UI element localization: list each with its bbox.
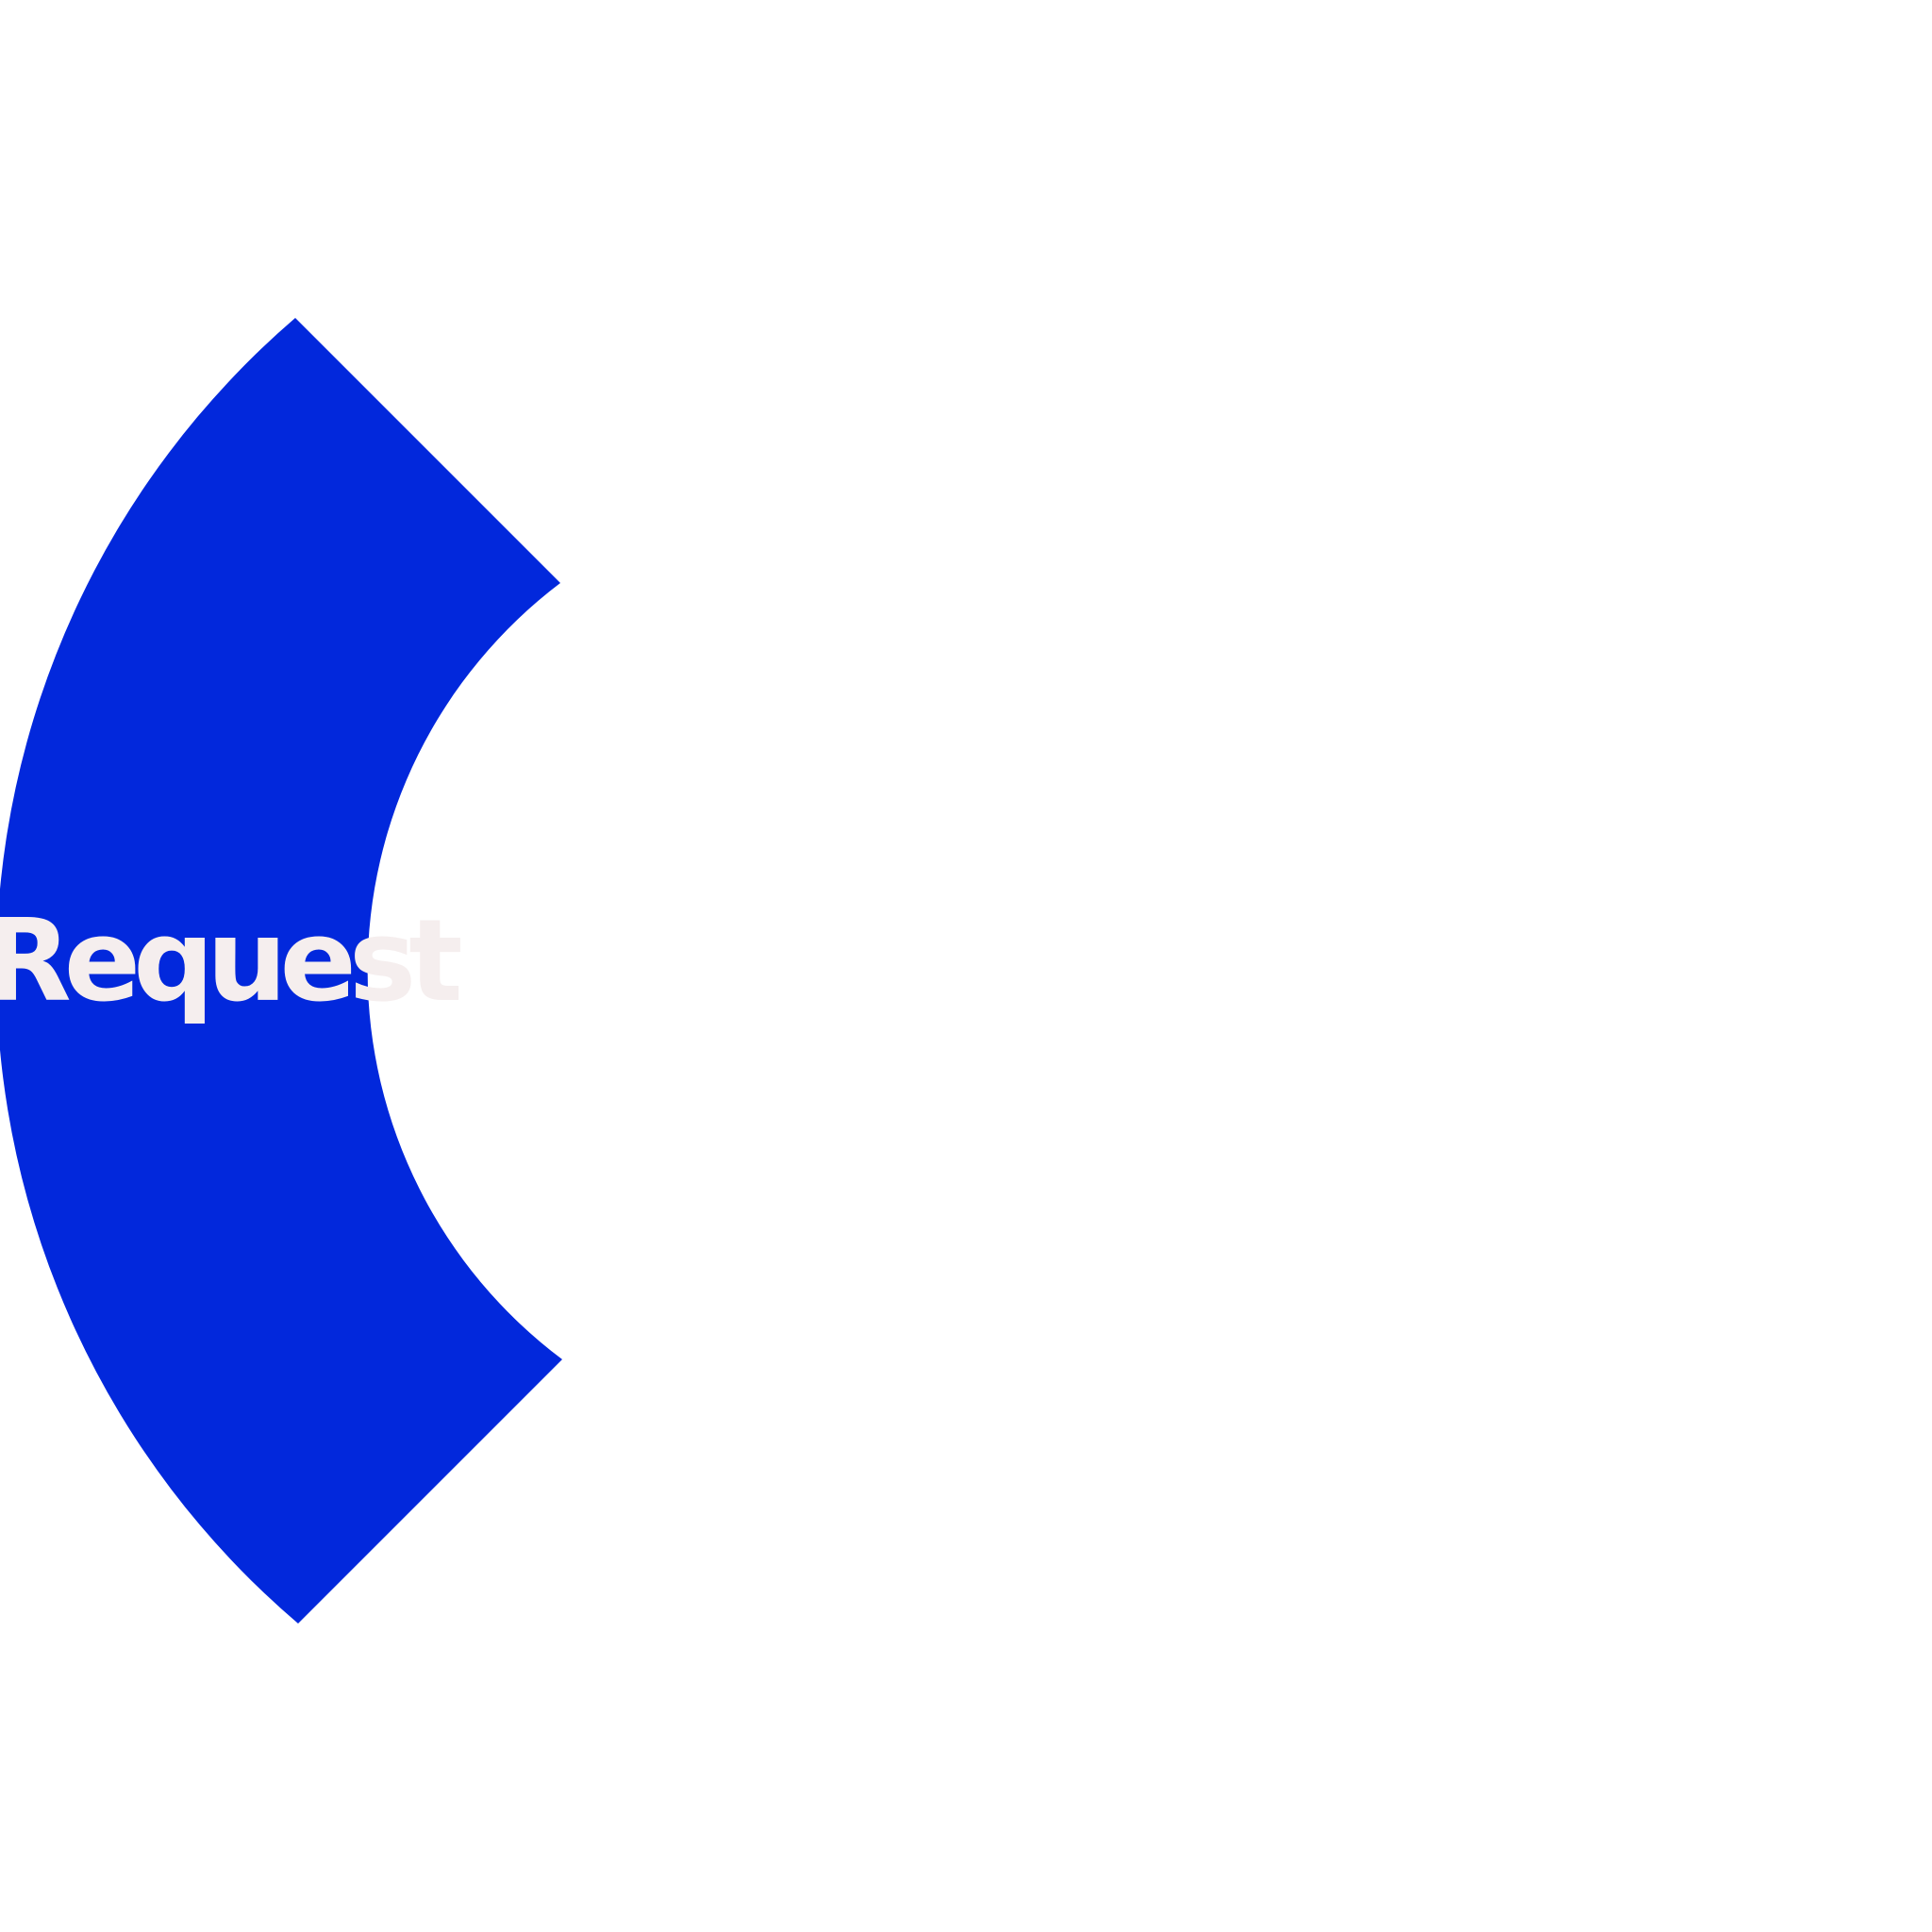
request-label: Request — [0, 896, 460, 1027]
cycle-diagram: Request — [0, 318, 562, 1624]
diagram-canvas: Request — [0, 0, 1932, 1932]
